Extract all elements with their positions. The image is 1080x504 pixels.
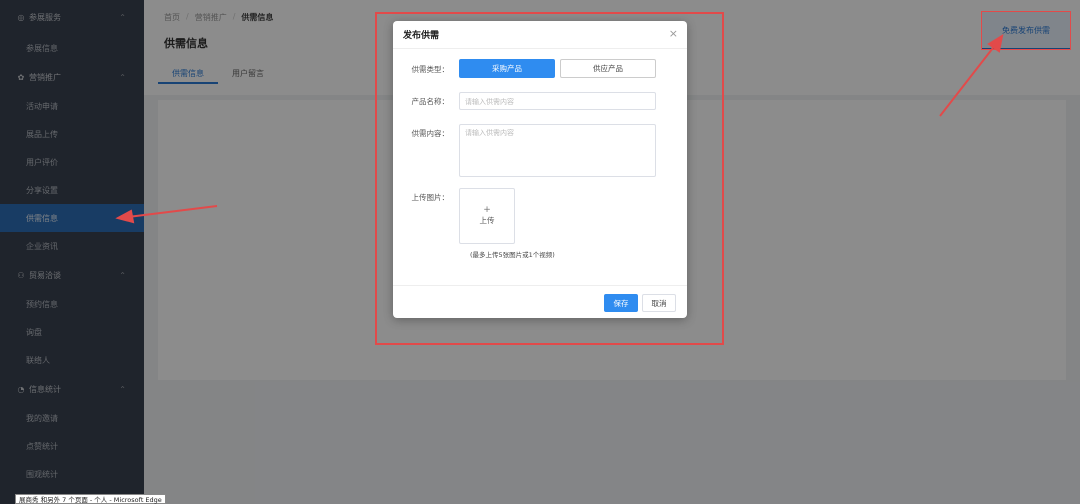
- sidebar-arrow-line: [127, 205, 218, 218]
- taskbar-tooltip: 展商秀 和另外 7 个页面 - 个人 - Microsoft Edge: [15, 494, 166, 504]
- button-arrow-head: [987, 33, 1004, 53]
- annotation-arrows: [115, 33, 1004, 224]
- button-arrow-line: [939, 43, 997, 117]
- sidebar-arrow-head: [115, 209, 135, 224]
